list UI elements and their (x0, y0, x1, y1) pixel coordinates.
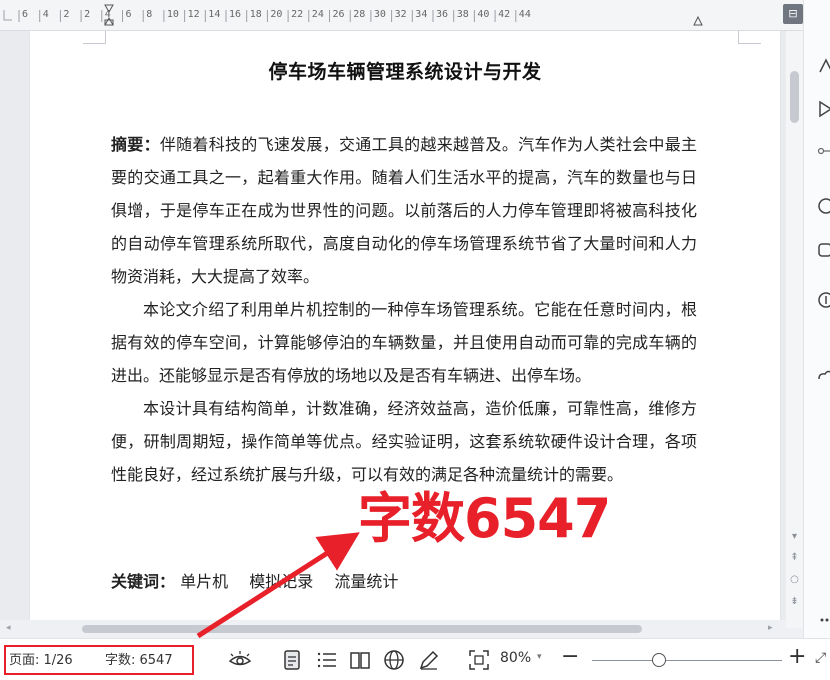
word-count-indicator[interactable]: 字数: 6547 (105, 649, 173, 668)
scroll-down-arrow-icon[interactable]: ▾ (789, 531, 800, 542)
link-icon[interactable] (816, 141, 830, 161)
keywords-label: 关键词： (111, 572, 176, 591)
select-browse-object-icon[interactable]: ○ (789, 574, 800, 585)
ruler-toggle-button[interactable]: ⊟ (783, 4, 803, 24)
share-icon[interactable] (816, 240, 830, 260)
help-icon[interactable] (816, 196, 830, 216)
ruler-number: 30 (373, 9, 386, 20)
zoom-slider[interactable] (592, 660, 782, 661)
keywords-line[interactable]: 关键词： 单片机 模拟记录 流量统计 (111, 568, 398, 592)
ruler-number: 18 (249, 9, 262, 20)
scroll-right-arrow-icon[interactable]: ▸ (768, 623, 773, 633)
zoom-out-button[interactable]: − (561, 644, 579, 669)
more-icon[interactable] (816, 610, 830, 630)
fit-page-icon[interactable] (467, 648, 491, 672)
settings-icon[interactable] (816, 290, 830, 310)
indent-marker-left[interactable] (104, 4, 114, 26)
abstract-label: 摘要： (111, 135, 160, 154)
ruler-number: 28 (353, 9, 366, 20)
next-page-icon[interactable]: ⇟ (789, 596, 800, 607)
select-icon[interactable] (816, 99, 830, 119)
ruler-number: 2 (84, 9, 91, 20)
zoom-in-button[interactable]: + (788, 644, 806, 669)
keyword-item: 单片机 (180, 572, 229, 591)
keyword-item: 模拟记录 (249, 572, 314, 591)
previous-page-icon[interactable]: ⇞ (789, 552, 800, 563)
cloud-icon[interactable] (816, 365, 830, 385)
zoom-level[interactable]: 80% (500, 650, 531, 666)
ruler-number: 32 (394, 9, 407, 20)
ruler-number: 6 (125, 9, 132, 20)
status-bar: 页面: 1/26 字数: 6547 80% ▾ − + ⤢ (0, 638, 830, 680)
scroll-left-arrow-icon[interactable]: ◂ (6, 623, 11, 633)
intro-paragraph[interactable]: 本论文介绍了利用单片机控制的一种停车场管理系统。它能在任意时间内，根据有效的停车… (111, 293, 697, 392)
abstract-text: 伴随着科技的飞速发展，交通工具的越来越普及。汽车作为人类社会中最主要的交通工具之… (111, 135, 697, 286)
design-paragraph[interactable]: 本设计具有结构简单，计数准确，经济效益高，造价低廉，可靠性高，维修方便，研制周期… (111, 392, 697, 491)
ruler-number: 26 (332, 9, 345, 20)
ruler-number: 6 (22, 9, 29, 20)
indent-marker-right[interactable] (693, 4, 703, 26)
ruler-number: 36 (436, 9, 449, 20)
ruler-number: 2 (63, 9, 70, 20)
vertical-scrollbar-thumb[interactable] (790, 71, 799, 123)
fullscreen-icon[interactable]: ⤢ (815, 650, 826, 666)
page-corner-mark-left (83, 31, 106, 44)
eye-icon[interactable] (228, 648, 252, 672)
ruler-number: 34 (415, 9, 428, 20)
ruler-number: 24 (311, 9, 324, 20)
outline-view-icon[interactable] (315, 648, 339, 672)
pen-icon[interactable] (417, 648, 441, 672)
ruler-number: 22 (291, 9, 304, 20)
shape-icon[interactable] (816, 56, 830, 76)
ruler-number: 4 (42, 9, 49, 20)
word-count-annotation: 字数6547 (358, 487, 611, 550)
right-sidebar (803, 0, 830, 640)
page-view-icon[interactable] (280, 648, 304, 672)
zoom-dropdown-icon[interactable]: ▾ (537, 652, 542, 662)
vertical-scrollbar[interactable]: ▾ ⇞ ○ ⇟ (786, 31, 803, 628)
ruler-number: 14 (208, 9, 221, 20)
document-title[interactable]: 停车场车辆管理系统设计与开发 (30, 57, 780, 84)
ruler-number: 40 (477, 9, 490, 20)
ruler-origin-mark (3, 10, 12, 21)
read-mode-icon[interactable] (348, 648, 372, 672)
ruler-number: 42 (498, 9, 511, 20)
zoom-slider-handle[interactable] (652, 653, 666, 667)
abstract-paragraph[interactable]: 摘要：伴随着科技的飞速发展，交通工具的越来越普及。汽车作为人类社会中最主要的交通… (111, 128, 697, 293)
ruler-number: 10 (166, 9, 179, 20)
ruler-number: 20 (270, 9, 283, 20)
web-view-icon[interactable] (382, 648, 406, 672)
ruler-number: 12 (187, 9, 200, 20)
ruler-number: 44 (518, 9, 531, 20)
ruler-number: 8 (146, 9, 153, 20)
page-indicator[interactable]: 页面: 1/26 (9, 649, 73, 668)
ruler-number: 38 (456, 9, 469, 20)
horizontal-ruler[interactable]: 6 4 2 2 4 6 8 10 12 14 16 18 20 22 24 26 28 30 32 34 36 38 40 4… (0, 0, 803, 31)
horizontal-scrollbar-thumb[interactable] (82, 625, 642, 633)
keyword-item: 流量统计 (334, 572, 399, 591)
horizontal-scrollbar[interactable]: ◂ ▸ (0, 620, 786, 638)
page-corner-mark-right (738, 31, 761, 44)
ruler-number: 16 (229, 9, 242, 20)
